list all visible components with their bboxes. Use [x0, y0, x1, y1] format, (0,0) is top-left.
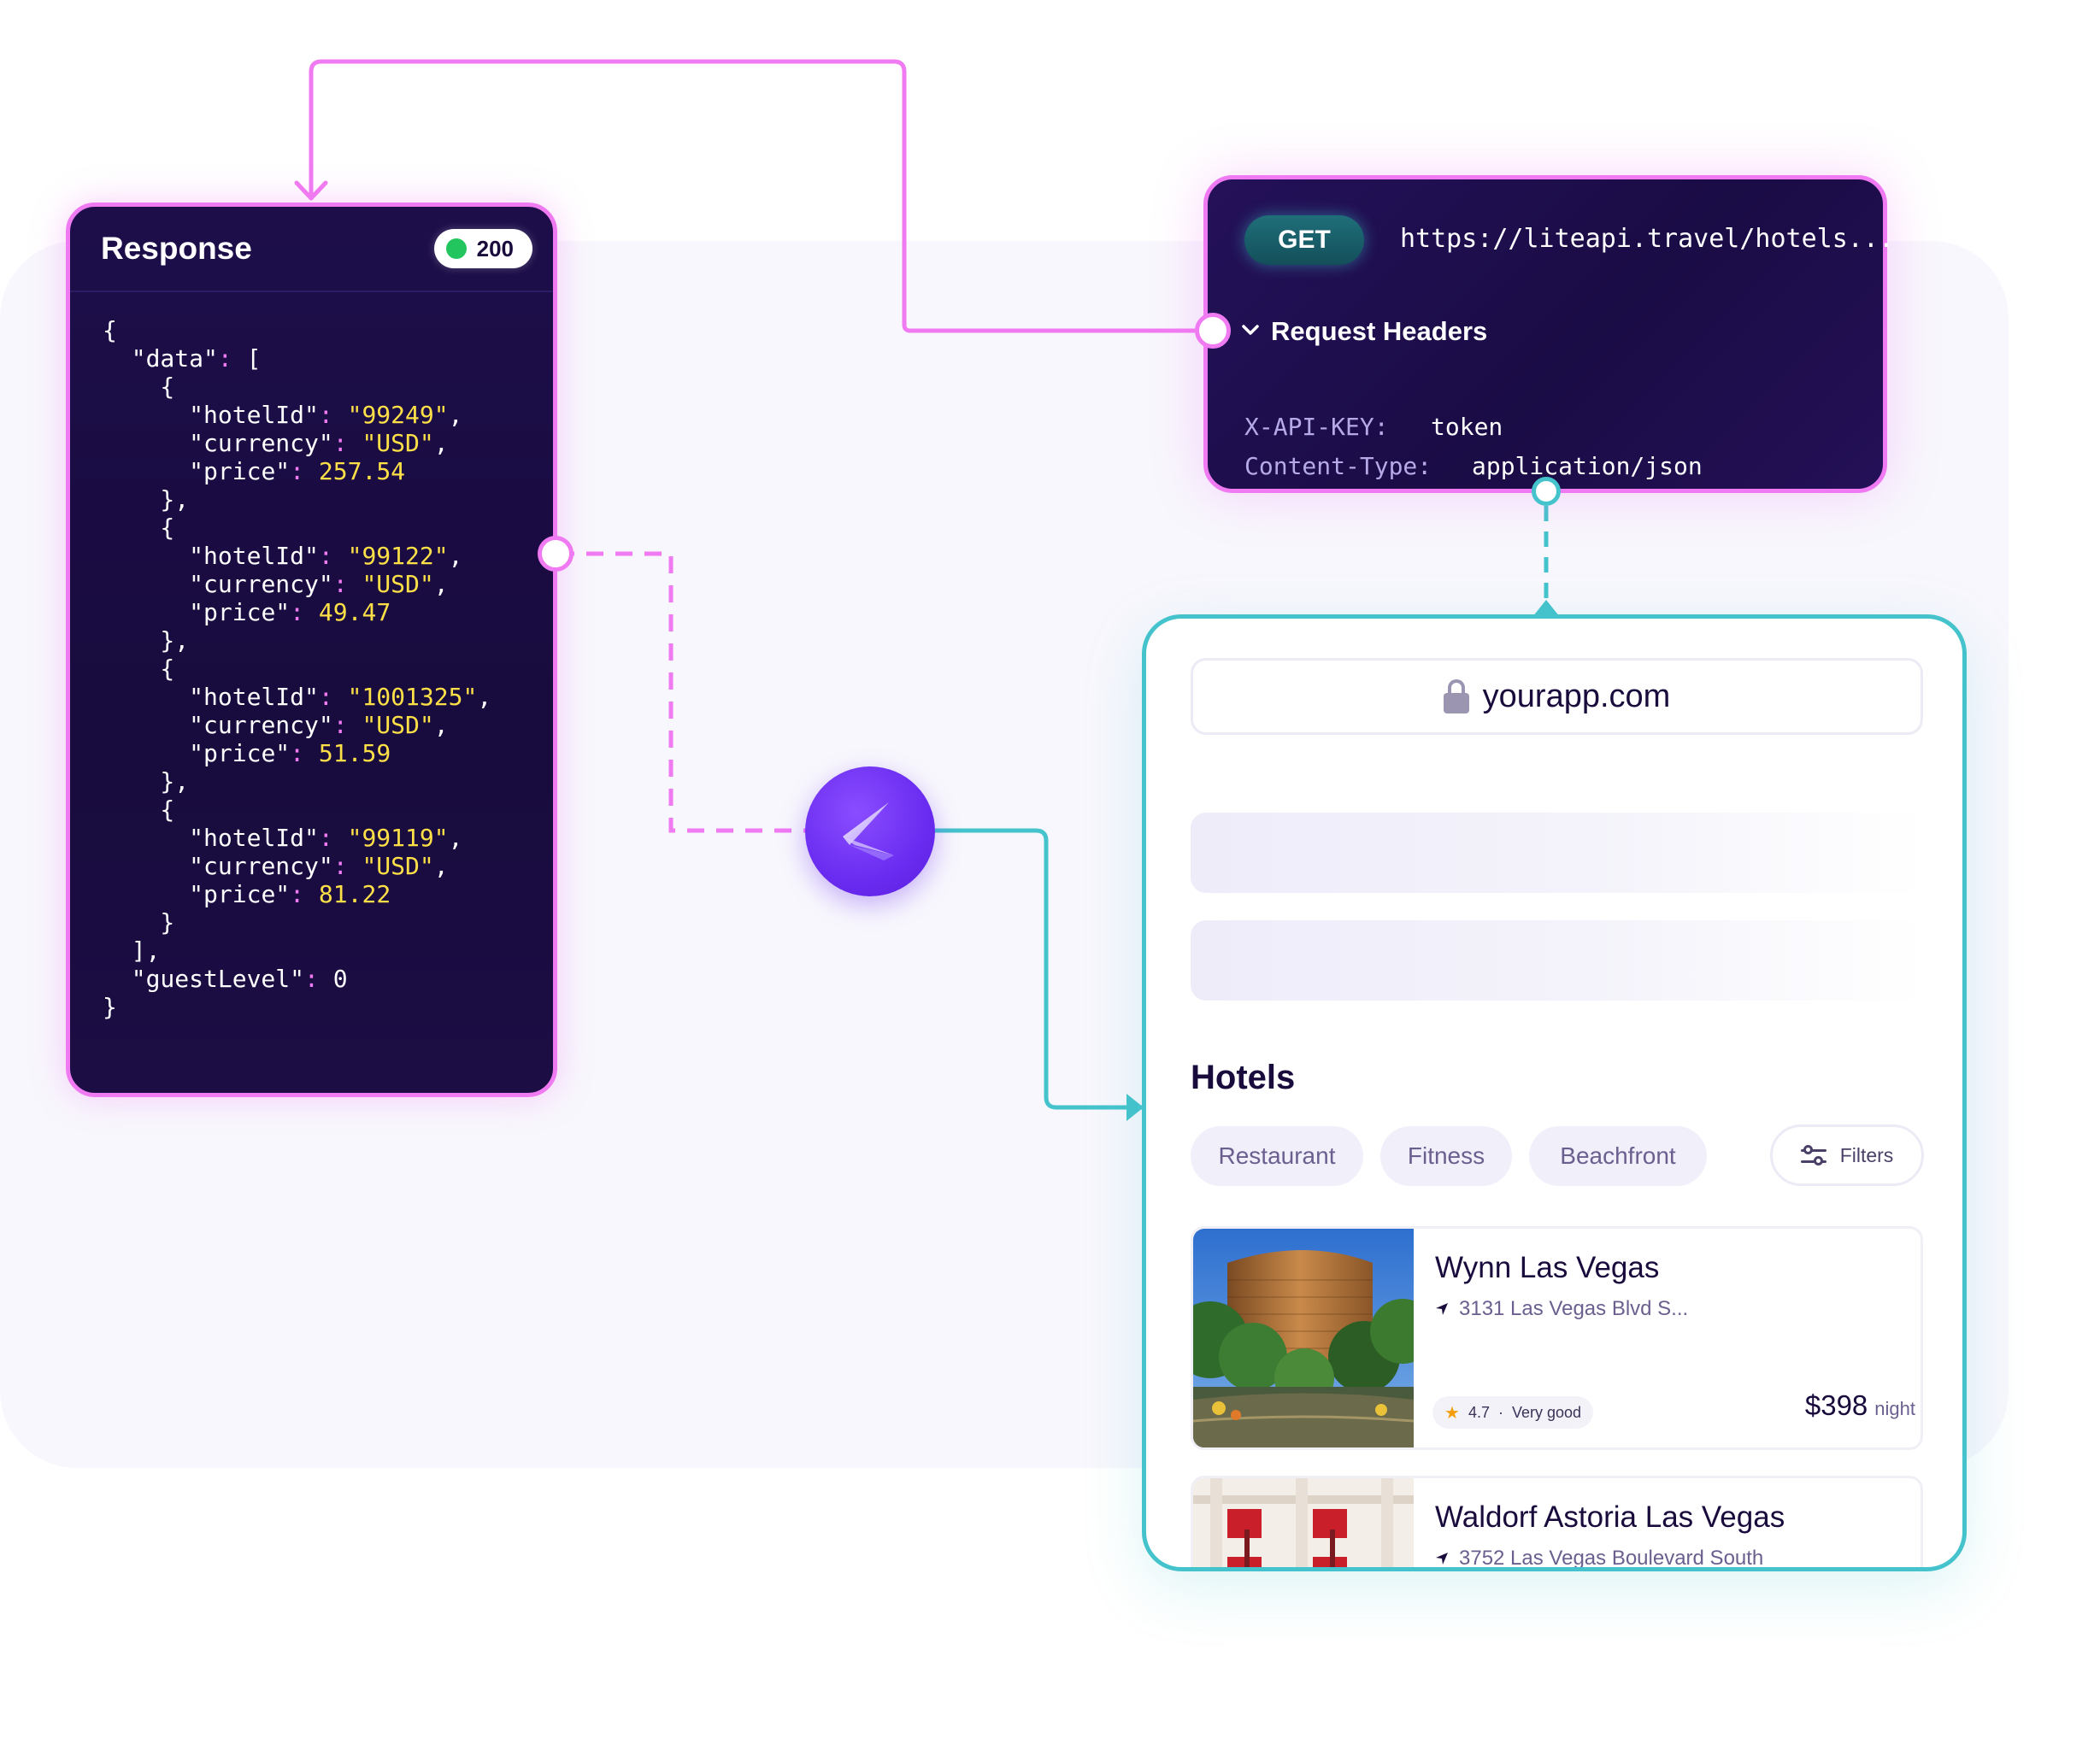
hotel-card[interactable]: Waldorf Astoria Las Vegas 3752 Las Vegas… [1191, 1476, 1923, 1570]
hotel-name: Waldorf Astoria Las Vegas [1435, 1500, 1785, 1534]
hotel-name: Wynn Las Vegas [1435, 1251, 1660, 1284]
chip-fitness[interactable]: Fitness [1380, 1126, 1512, 1186]
browser-window: yourapp.com Hotels Restaurant Fitness Be… [1142, 614, 1967, 1571]
json-line: "hotelId": "1001325", [189, 683, 492, 711]
json-line: "price": 49.47 [189, 598, 391, 626]
chip-beachfront[interactable]: Beachfront [1529, 1126, 1707, 1186]
address-bar-url: yourapp.com [1482, 678, 1671, 714]
json-line: }, [103, 626, 190, 655]
hotel-address: 3131 Las Vegas Blvd S... [1435, 1297, 1688, 1321]
response-panel: Response 200 { "data": [ { "hotelId": "9… [66, 203, 557, 1097]
logo-to-browser-line [935, 828, 1142, 1110]
filters-label: Filters [1839, 1143, 1894, 1166]
rating-text: Very good [1511, 1403, 1582, 1421]
response-json: { "data": [ { "hotelId": "99249", "curre… [70, 292, 553, 1021]
star-icon: ★ [1444, 1403, 1460, 1423]
navigation-arrow-icon [1436, 1303, 1448, 1315]
status-badge: 200 [433, 229, 532, 268]
http-method-badge: GET [1244, 215, 1364, 265]
json-line: ], [103, 937, 161, 965]
json-line: "guestLevel": 0 [131, 965, 348, 993]
json-line: { [103, 373, 175, 401]
navigation-arrow-icon [1436, 1553, 1448, 1565]
header-value: application/json [1472, 452, 1703, 480]
hotel-address: 3752 Las Vegas Boulevard South [1435, 1547, 1764, 1570]
json-line: "currency": "USD", [189, 711, 449, 739]
request-url: https://liteapi.travel/hotels... [1400, 224, 1894, 254]
response-title: Response [101, 231, 252, 266]
brand-logo-icon [805, 766, 935, 896]
chip-restaurant[interactable]: Restaurant [1191, 1126, 1363, 1186]
rating-badge: ★ 4.7 · Very good [1432, 1396, 1594, 1429]
response-to-logo-dashed-line [557, 551, 807, 833]
response-header: Response 200 [70, 207, 553, 292]
json-line: "currency": "USD", [189, 570, 449, 598]
connector-node [538, 536, 574, 572]
chevron-down-icon [1242, 319, 1259, 341]
request-panel: GET https://liteapi.travel/hotels... Req… [1203, 175, 1894, 493]
hotel-card[interactable]: Wynn Las Vegas 3131 Las Vegas Blvd S... … [1191, 1226, 1923, 1450]
json-line: "price": 81.22 [189, 880, 391, 908]
filter-icon [1800, 1144, 1826, 1166]
json-line: { [103, 655, 175, 683]
json-line: "hotelId": "99119", [189, 824, 463, 852]
header-row: Content-Type: application/json [1244, 452, 1703, 480]
rating-separator: · [1497, 1403, 1503, 1421]
header-value: token [1431, 413, 1503, 441]
hotel-address-text: 3752 Las Vegas Boulevard South [1459, 1547, 1764, 1570]
hotel-address-text: 3131 Las Vegas Blvd S... [1459, 1297, 1689, 1320]
header-row: X-API-KEY: token [1244, 413, 1503, 441]
json-line: }, [103, 485, 190, 514]
json-line: } [103, 908, 175, 937]
header-key: X-API-KEY: [1244, 413, 1389, 441]
skeleton-placeholder [1191, 813, 1923, 893]
header-key: Content-Type: [1244, 452, 1432, 480]
filters-button[interactable]: Filters [1770, 1124, 1924, 1186]
json-line: { [103, 796, 175, 824]
json-line: { [103, 514, 175, 542]
request-headers-label: Request Headers [1271, 316, 1488, 346]
json-line: "currency": "USD", [189, 852, 449, 880]
price-unit: night [1874, 1398, 1915, 1419]
json-line: { [103, 316, 117, 344]
request-headers-toggle[interactable]: Request Headers [1242, 316, 1487, 347]
hotel-photo [1193, 1229, 1414, 1447]
json-line: "data": [ [131, 344, 262, 373]
json-line: }, [103, 767, 190, 796]
price-amount: $398 [1804, 1389, 1868, 1421]
lock-icon [1443, 679, 1469, 713]
json-line: } [103, 993, 117, 1021]
price: $398 night [1805, 1389, 1915, 1422]
json-line: "hotelId": "99122", [189, 542, 463, 570]
json-line: "currency": "USD", [189, 429, 449, 457]
hotel-photo [1193, 1478, 1414, 1567]
status-dot-icon [445, 238, 467, 259]
connector-node [1195, 313, 1231, 349]
browser-left-notch [1126, 1094, 1144, 1121]
skeleton-placeholder [1191, 920, 1923, 1001]
json-line: "price": 51.59 [189, 739, 391, 767]
json-line: "price": 257.54 [189, 457, 406, 485]
section-title: Hotels [1191, 1059, 1296, 1096]
rating-value: 4.7 [1468, 1403, 1490, 1421]
status-code: 200 [476, 235, 514, 261]
address-bar[interactable]: yourapp.com [1191, 658, 1923, 735]
connector-node [1532, 477, 1561, 506]
json-line: "hotelId": "99249", [189, 401, 463, 429]
